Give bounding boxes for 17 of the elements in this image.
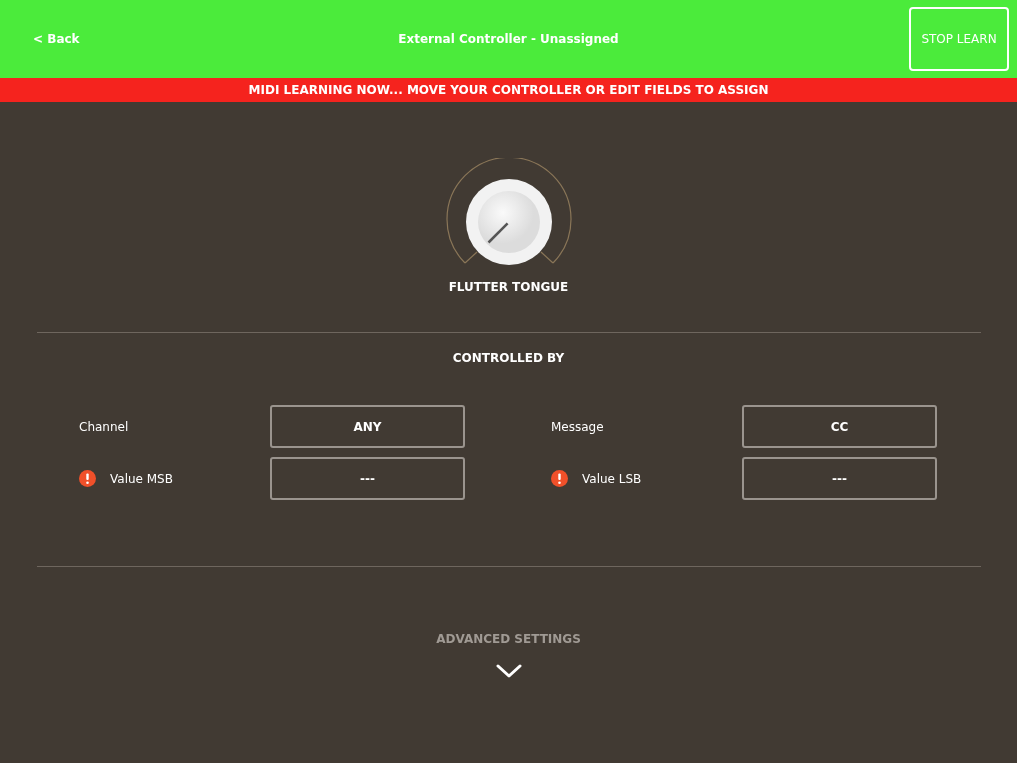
field-label: Value MSB (110, 471, 173, 486)
warning-icon (79, 470, 96, 487)
field-label: Message (551, 419, 604, 434)
learning-banner: MIDI LEARNING NOW... MOVE YOUR CONTROLLER OR EDIT FIELDS TO ASSIGN (0, 78, 1017, 102)
advanced-settings-toggle[interactable]: ADVANCED SETTINGS (430, 631, 587, 647)
value-field[interactable]: CC (742, 405, 937, 448)
field-label: Value LSB (582, 471, 642, 486)
knob-label: FLUTTER TONGUE (448, 280, 569, 294)
chevron-icon[interactable] (494, 663, 523, 679)
knob-control[interactable] (444, 158, 573, 266)
value-field[interactable]: --- (742, 457, 937, 500)
value-field[interactable]: ANY (270, 405, 465, 448)
page-title: External Controller - Unassigned (397, 32, 620, 46)
value-field[interactable]: --- (270, 457, 465, 500)
section-title: CONTROLLED BY (451, 351, 566, 365)
warning-icon (551, 470, 568, 487)
field-label: Channel (79, 419, 129, 434)
